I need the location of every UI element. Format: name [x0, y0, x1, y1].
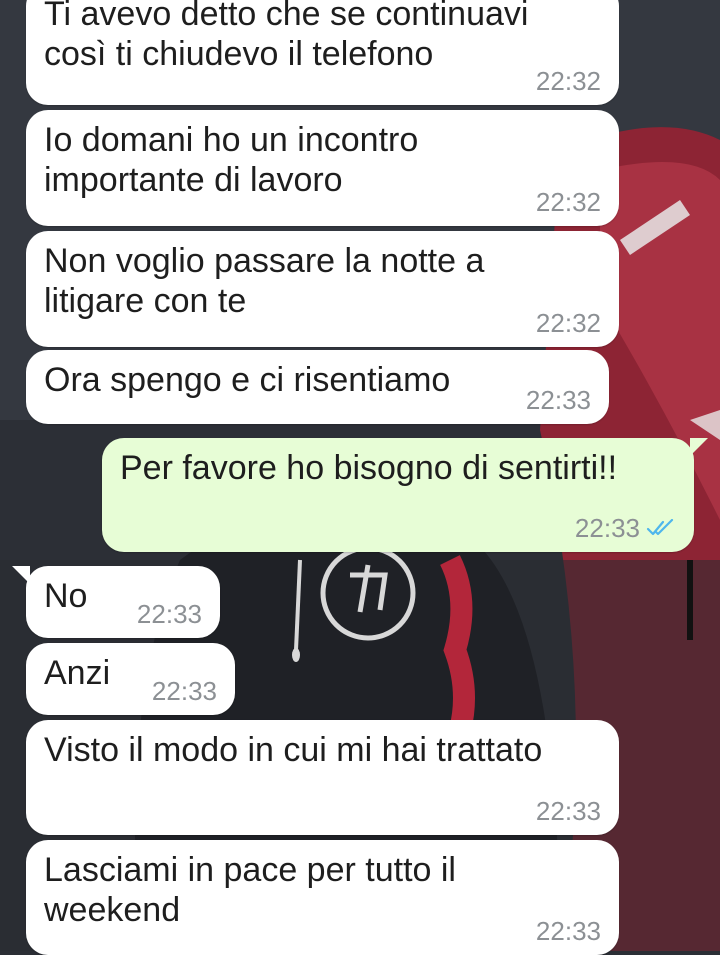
message-bubble-incoming[interactable]: Non voglio passare la notte a litigare c…: [26, 231, 619, 347]
bubble-tail: [690, 438, 708, 456]
message-bubble-incoming[interactable]: Anzi 22:33: [26, 643, 235, 715]
message-text: Ti avevo detto che se continuavi così ti…: [44, 0, 529, 73]
message-time: 22:32: [535, 66, 601, 96]
message-time: 22:33: [525, 385, 591, 415]
message-time: 22:33: [151, 676, 217, 706]
message-time: 22:32: [535, 187, 601, 217]
message-bubble-incoming[interactable]: Ora spengo e ci risentiamo 22:33: [26, 350, 609, 424]
message-bubble-incoming[interactable]: Ti avevo detto che se continuavi così ti…: [26, 0, 619, 105]
message-bubble-incoming[interactable]: Lasciami in pace per tutto il weekend 22…: [26, 840, 619, 955]
bubble-tail: [12, 566, 30, 584]
read-double-check-icon: [646, 519, 674, 536]
message-text: Ora spengo e ci risentiamo: [44, 361, 451, 399]
chat-area[interactable]: Ti avevo detto che se continuavi così ti…: [0, 0, 720, 955]
message-time: 22:32: [535, 308, 601, 338]
message-text: Visto il modo in cui mi hai trattato: [44, 731, 543, 769]
message-time: 22:33: [574, 513, 640, 543]
message-text: Non voglio passare la notte a litigare c…: [44, 242, 485, 320]
message-bubble-incoming[interactable]: Io domani ho un incontro importante di l…: [26, 110, 619, 226]
message-text: Io domani ho un incontro importante di l…: [44, 121, 419, 199]
message-text: Lasciami in pace per tutto il weekend: [44, 851, 456, 929]
message-time: 22:33: [535, 796, 601, 826]
message-text: Per favore ho bisogno di sentirti!!: [120, 449, 618, 487]
message-time: 22:33: [136, 599, 202, 629]
message-bubble-outgoing[interactable]: Per favore ho bisogno di sentirti!! 22:3…: [102, 438, 694, 552]
message-time: 22:33: [535, 916, 601, 946]
message-bubble-incoming[interactable]: Visto il modo in cui mi hai trattato 22:…: [26, 720, 619, 835]
message-bubble-incoming[interactable]: No 22:33: [26, 566, 220, 638]
